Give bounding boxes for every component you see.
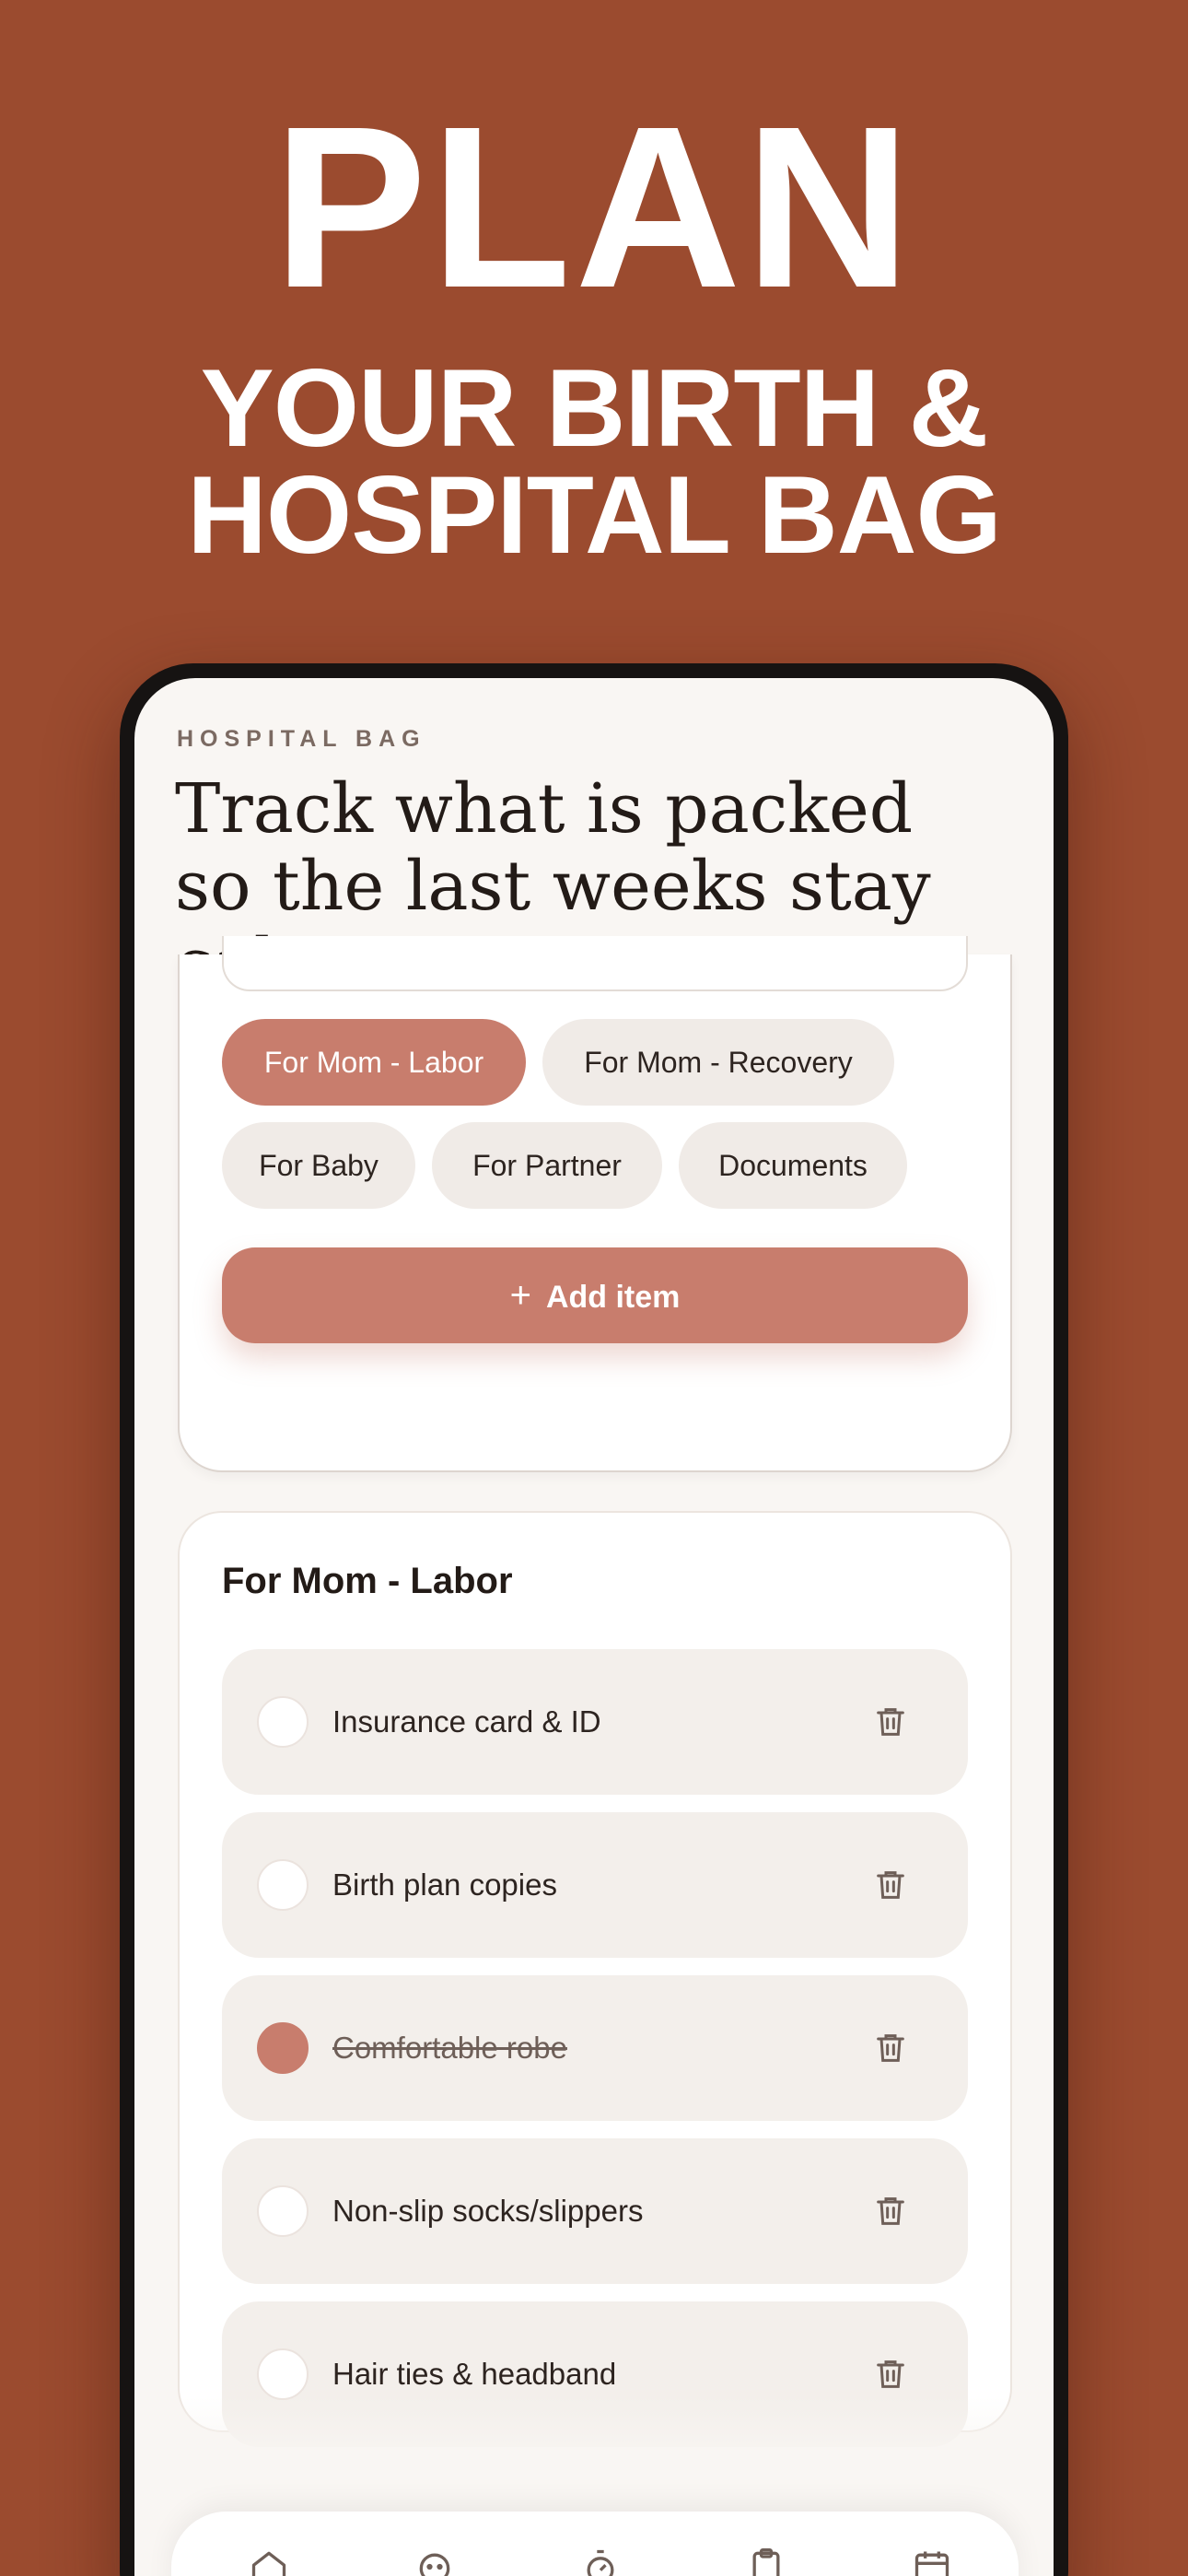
list-item: Non-slip socks/slippers [222,2138,968,2284]
trash-icon[interactable] [872,1704,909,1740]
list-item: Insurance card & ID [222,1649,968,1795]
packed-checkbox[interactable] [257,2185,309,2237]
section-title: For Mom - Labor [222,1561,513,1601]
timer-icon[interactable] [580,2547,621,2576]
hero-subtitle-line-2: HOSPITAL BAG [187,453,1002,577]
app-screen: HOSPITAL BAG Track what is packed so the… [134,678,1054,2576]
chip-for-partner[interactable]: For Partner [432,1122,662,1209]
phone-frame: HOSPITAL BAG Track what is packed so the… [120,663,1068,2576]
chip-label: For Mom - Recovery [584,1046,853,1079]
tab-bar [171,2512,1019,2576]
list-item: Comfortable robe [222,1975,968,2121]
item-name-input[interactable] [222,936,968,991]
chip-label: For Partner [472,1149,622,1182]
category-list-card: For Mom - Labor Insurance card & ID Birt… [178,1511,1012,2447]
calendar-icon[interactable] [912,2547,952,2576]
packed-checkbox[interactable] [257,2348,309,2400]
chip-for-baby[interactable]: For Baby [222,1122,415,1209]
chip-label: For Baby [259,1149,379,1182]
packed-checkbox[interactable] [257,1696,309,1748]
chip-for-mom-recovery[interactable]: For Mom - Recovery [542,1019,894,1106]
item-label: Comfortable robe [332,2031,567,2065]
add-item-label: Add item [545,1280,681,1315]
packed-checkbox[interactable] [257,2022,309,2074]
add-item-card: For Mom - Labor For Mom - Recovery For B… [178,936,1012,1472]
clipboard-icon[interactable] [746,2547,786,2576]
item-label: Non-slip socks/slippers [332,2194,644,2228]
item-label: Insurance card & ID [332,1704,601,1739]
hero-title: PLAN [273,78,915,335]
hero-subtitle-line-1: YOUR BIRTH & [200,346,989,470]
list-item: Birth plan copies [222,1812,968,1958]
trash-icon[interactable] [872,2030,909,2067]
packed-checkbox[interactable] [257,1859,309,1911]
baby-face-icon[interactable] [414,2547,455,2576]
chip-label: Documents [718,1149,868,1182]
plus-icon: + [509,1275,531,1316]
trash-icon[interactable] [872,1867,909,1903]
hero-subtitle: YOUR BIRTH & HOSPITAL BAG [0,346,1188,577]
trash-icon[interactable] [872,2193,909,2230]
trash-icon[interactable] [872,2356,909,2393]
chip-documents[interactable]: Documents [679,1122,907,1209]
item-label: Birth plan copies [332,1868,557,1902]
chip-for-mom-labor[interactable]: For Mom - Labor [222,1019,526,1106]
home-icon[interactable] [249,2547,289,2576]
chip-label: For Mom - Labor [263,1046,484,1079]
screen-eyebrow: HOSPITAL BAG [177,726,426,752]
add-item-button[interactable]: + Add item [222,1247,968,1343]
